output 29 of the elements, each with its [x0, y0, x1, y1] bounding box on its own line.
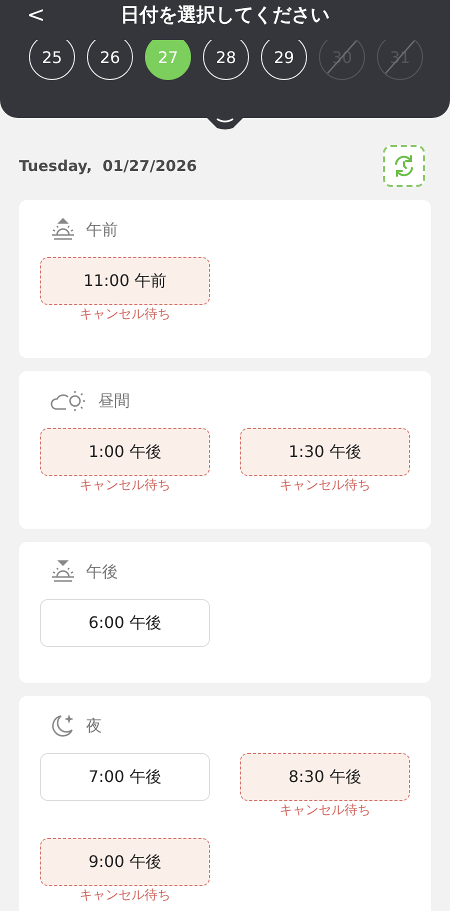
period-label: 午前: [86, 220, 118, 240]
time-slot-button[interactable]: 8:30 午後: [240, 753, 410, 801]
back-button[interactable]: <: [26, 2, 46, 28]
period-label: 昼間: [98, 390, 130, 412]
sunset-icon: [50, 560, 76, 584]
period-label: 午後: [86, 562, 118, 582]
time-slot-button[interactable]: 9:00 午後: [40, 838, 210, 886]
waitlist-label: キャンセル待ち: [280, 803, 370, 818]
selected-date: Tuesday, 01/27/2026: [19, 157, 197, 175]
time-slot-button[interactable]: 7:00 午後: [40, 753, 210, 801]
time-slot-button[interactable]: 11:00 午前: [40, 257, 210, 305]
collapse-icon[interactable]: [205, 116, 245, 130]
date-chip[interactable]: 29: [261, 40, 307, 80]
clock-refresh-icon: [392, 154, 416, 178]
moon-stars-icon: [50, 713, 76, 739]
date-chip[interactable]: 25: [29, 40, 75, 80]
page-title: 日付を選択してください: [120, 3, 330, 28]
time-slot-button[interactable]: 6:00 午後: [40, 599, 210, 647]
waitlist-label: キャンセル待ち: [80, 478, 170, 493]
date-chip[interactable]: 28: [203, 40, 249, 80]
waitlist-label: キャンセル待ち: [280, 478, 370, 493]
period-label: 夜: [86, 716, 102, 736]
time-slot-button[interactable]: 1:00 午後: [40, 428, 210, 476]
waitlist-label: キャンセル待ち: [80, 888, 170, 903]
date-chip[interactable]: 26: [87, 40, 133, 80]
cloud-sun-icon: [50, 389, 88, 413]
time-slot-button[interactable]: 1:30 午後: [240, 428, 410, 476]
sunrise-icon: [50, 218, 76, 242]
waitlist-label: キャンセル待ち: [80, 307, 170, 322]
